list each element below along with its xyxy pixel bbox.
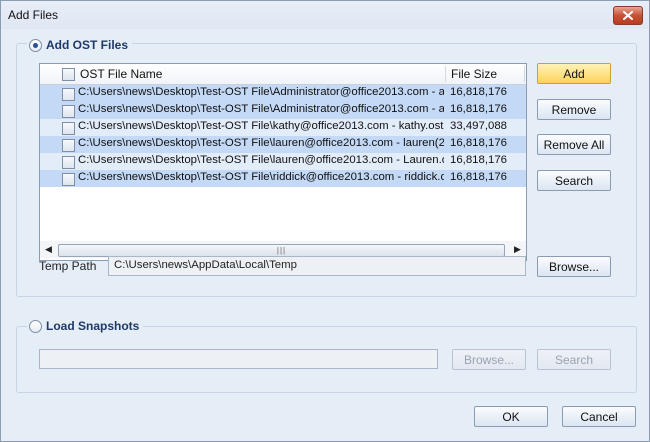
file-path-cell: C:\Users\news\Desktop\Test-OST File\laur… — [78, 137, 444, 149]
row-checkbox[interactable] — [62, 156, 75, 169]
file-size-cell: 16,818,176 — [450, 171, 508, 183]
file-path-cell: C:\Users\news\Desktop\Test-OST File\ridd… — [78, 171, 444, 183]
column-separator[interactable] — [524, 66, 525, 82]
browse-button[interactable]: Browse... — [537, 256, 611, 277]
ok-button[interactable]: OK — [474, 406, 548, 427]
table-row[interactable]: C:\Users\news\Desktop\Test-OST File\laur… — [40, 136, 526, 153]
file-path-cell: C:\Users\news\Desktop\Test-OST File\kath… — [78, 120, 444, 132]
file-size-cell: 33,497,088 — [450, 120, 508, 132]
snapshot-path-field[interactable] — [39, 349, 438, 369]
column-separator[interactable] — [445, 66, 446, 82]
add-files-dialog: Add Files Add OST Files OST File Name Fi… — [0, 0, 650, 442]
row-checkbox[interactable] — [62, 173, 75, 186]
ost-group-legend[interactable]: Add OST Files — [27, 38, 133, 52]
remove-all-button[interactable]: Remove All — [537, 134, 611, 155]
file-size-cell: 16,818,176 — [450, 103, 508, 115]
ost-group-label: Add OST Files — [46, 38, 129, 52]
row-checkbox[interactable] — [62, 105, 75, 118]
ost-file-list[interactable]: OST File Name File Size C:\Users\news\De… — [39, 63, 527, 261]
dialog-body: Add OST Files OST File Name File Size C:… — [1, 29, 649, 441]
file-size-cell: 16,818,176 — [450, 137, 508, 149]
select-all-checkbox[interactable] — [62, 68, 75, 81]
row-checkbox[interactable] — [62, 139, 75, 152]
file-path-cell: C:\Users\news\Desktop\Test-OST File\Admi… — [78, 86, 444, 98]
grip-icon: ||| — [276, 246, 287, 255]
scroll-left-arrow-icon[interactable]: ◀ — [40, 241, 57, 258]
table-row[interactable]: C:\Users\news\Desktop\Test-OST File\Admi… — [40, 102, 526, 119]
ost-radio[interactable] — [29, 38, 42, 52]
file-path-cell: C:\Users\news\Desktop\Test-OST File\laur… — [78, 154, 444, 166]
table-row[interactable]: C:\Users\news\Desktop\Test-OST File\laur… — [40, 153, 526, 170]
remove-button[interactable]: Remove — [537, 99, 611, 120]
close-button[interactable] — [613, 6, 643, 25]
snapshot-search-button[interactable]: Search — [537, 349, 611, 370]
add-button[interactable]: Add — [537, 63, 611, 84]
column-header-name[interactable]: OST File Name — [80, 67, 162, 81]
file-size-cell: 16,818,176 — [450, 86, 508, 98]
table-row[interactable]: C:\Users\news\Desktop\Test-OST File\kath… — [40, 119, 526, 136]
table-row[interactable]: C:\Users\news\Desktop\Test-OST File\Admi… — [40, 85, 526, 102]
snapshots-group-legend[interactable]: Load Snapshots — [27, 319, 144, 333]
row-checkbox[interactable] — [62, 122, 75, 135]
snapshot-browse-button[interactable]: Browse... — [452, 349, 526, 370]
close-icon — [623, 11, 633, 20]
window-title: Add Files — [8, 8, 59, 22]
row-checkbox[interactable] — [62, 88, 75, 101]
search-button[interactable]: Search — [537, 170, 611, 191]
cancel-button[interactable]: Cancel — [562, 406, 636, 427]
temp-path-label: Temp Path — [39, 259, 97, 273]
snapshots-group-label: Load Snapshots — [46, 319, 140, 333]
file-size-cell: 16,818,176 — [450, 154, 508, 166]
list-header: OST File Name File Size — [40, 64, 526, 85]
column-header-size[interactable]: File Size — [451, 67, 497, 81]
file-path-cell: C:\Users\news\Desktop\Test-OST File\Admi… — [78, 103, 444, 115]
title-bar[interactable]: Add Files — [1, 1, 649, 29]
snapshots-radio[interactable] — [29, 319, 42, 333]
table-row[interactable]: C:\Users\news\Desktop\Test-OST File\ridd… — [40, 170, 526, 187]
temp-path-field[interactable]: C:\Users\news\AppData\Local\Temp — [108, 256, 526, 276]
